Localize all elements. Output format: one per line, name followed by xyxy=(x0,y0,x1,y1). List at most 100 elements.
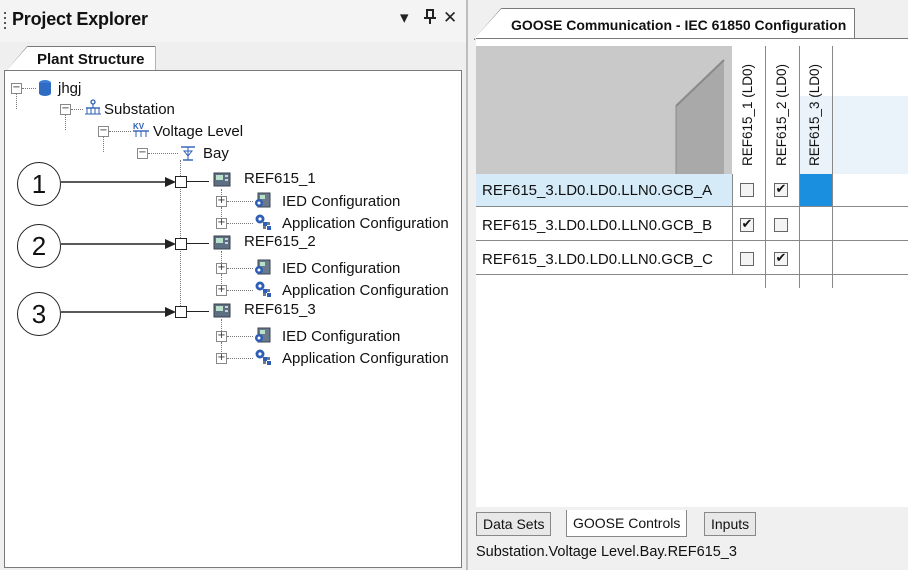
tree-connector xyxy=(22,88,36,89)
tree-connector xyxy=(187,181,209,182)
tab-data-sets[interactable]: Data Sets xyxy=(476,512,552,536)
tree-expander[interactable]: − xyxy=(60,104,71,115)
project-explorer-title: Project Explorer xyxy=(12,9,148,29)
close-icon[interactable]: ✕ xyxy=(443,8,457,28)
database-icon xyxy=(39,80,51,96)
tree-expander[interactable] xyxy=(175,176,187,188)
tree-expander[interactable]: + xyxy=(216,196,227,207)
tree-expander[interactable] xyxy=(175,306,187,318)
project-explorer-titlebar: Project Explorer ▾ ✕ xyxy=(0,0,466,42)
pin-icon[interactable] xyxy=(423,9,437,29)
checkbox[interactable] xyxy=(740,183,754,197)
grid-line xyxy=(765,46,766,288)
tree-item-voltage-level[interactable]: Voltage Level xyxy=(153,123,243,140)
tree-item-ied-configuration[interactable]: IED Configuration xyxy=(282,260,400,277)
grid-line xyxy=(476,240,908,241)
tree-expander[interactable]: + xyxy=(216,218,227,229)
tree-item-application-configuration[interactable]: Application Configuration xyxy=(282,350,449,367)
ied-device-icon xyxy=(213,172,231,187)
column-header[interactable]: REF615_3 (LD0) xyxy=(807,64,822,166)
grid-line xyxy=(476,206,908,207)
tree-item-application-configuration[interactable]: Application Configuration xyxy=(282,282,449,299)
tree-connector xyxy=(221,342,222,354)
tree-item-ied-configuration[interactable]: IED Configuration xyxy=(282,193,400,210)
callout-3: 3 xyxy=(17,292,61,336)
plant-structure-tree xyxy=(4,70,462,568)
tree-item-ied[interactable]: REF615_2 xyxy=(244,233,316,250)
grid-line xyxy=(799,46,800,288)
tree-item-project[interactable]: jhgj xyxy=(58,80,81,97)
tree-connector xyxy=(103,137,104,152)
tree-connector xyxy=(71,109,83,110)
column-header[interactable]: REF615_1 (LD0) xyxy=(740,64,755,166)
tab-inputs[interactable]: Inputs xyxy=(704,512,757,536)
status-path: Substation.Voltage Level.Bay.REF615_3 xyxy=(476,544,737,560)
tree-connector xyxy=(221,189,222,197)
tree-connector xyxy=(187,243,209,244)
tree-item-ied[interactable]: REF615_3 xyxy=(244,301,316,318)
ied-configuration-icon xyxy=(255,327,271,343)
tree-item-substation[interactable]: Substation xyxy=(104,101,175,118)
tree-connector xyxy=(227,223,253,224)
callout-arrow xyxy=(61,307,176,317)
tree-item-ied-configuration[interactable]: IED Configuration xyxy=(282,328,400,345)
tree-expander[interactable]: + xyxy=(216,263,227,274)
application-configuration-icon xyxy=(255,349,271,365)
tree-item-application-configuration[interactable]: Application Configuration xyxy=(282,215,449,232)
tree-connector xyxy=(109,131,131,132)
selected-cell[interactable] xyxy=(800,174,832,206)
tree-expander[interactable]: + xyxy=(216,285,227,296)
tree-connector xyxy=(65,115,66,130)
tree-connector xyxy=(221,251,222,263)
drag-grip-icon[interactable] xyxy=(4,12,7,30)
checkbox[interactable]: ✔ xyxy=(774,252,788,266)
callout-arrow xyxy=(61,239,176,249)
row-label[interactable]: REF615_3.LD0.LD0.LLN0.GCB_B xyxy=(482,217,712,234)
callout-1: 1 xyxy=(17,162,61,206)
tree-connector xyxy=(227,290,253,291)
ied-device-icon xyxy=(213,235,231,250)
tree-connector xyxy=(221,207,222,219)
tree-expander[interactable]: + xyxy=(216,331,227,342)
row-label[interactable]: REF615_3.LD0.LD0.LLN0.GCB_C xyxy=(482,251,713,268)
tab-goose-communication[interactable]: GOOSE Communication - IEC 61850 Configur… xyxy=(474,8,856,39)
tree-connector xyxy=(221,274,222,286)
tree-connector xyxy=(227,268,253,269)
callout-arrow xyxy=(61,177,176,187)
checkbox[interactable]: ✔ xyxy=(774,183,788,197)
checkbox[interactable] xyxy=(740,252,754,266)
tree-connector xyxy=(148,153,178,154)
tree-expander[interactable]: + xyxy=(216,353,227,364)
tree-connector xyxy=(227,336,253,337)
matrix-diagonal-arrow-icon xyxy=(476,59,725,174)
pane-dropdown-icon[interactable]: ▾ xyxy=(400,8,409,28)
grid-line xyxy=(832,46,833,288)
tree-expander[interactable]: − xyxy=(98,126,109,137)
svg-text:KV: KV xyxy=(133,122,145,131)
row-label[interactable]: REF615_3.LD0.LD0.LLN0.GCB_A xyxy=(482,182,712,199)
tab-plant-structure[interactable]: Plant Structure xyxy=(6,46,156,71)
tree-expander[interactable]: − xyxy=(11,83,22,94)
application-configuration-icon xyxy=(255,281,271,297)
tree-expander[interactable]: − xyxy=(137,148,148,159)
checkbox[interactable] xyxy=(774,218,788,232)
substation-icon xyxy=(85,99,101,115)
tree-connector xyxy=(16,94,17,109)
tab-goose-controls[interactable]: GOOSE Controls xyxy=(566,510,688,537)
checkbox[interactable]: ✔ xyxy=(740,218,754,232)
application-configuration-icon xyxy=(255,214,271,230)
tree-connector xyxy=(187,311,209,312)
ied-configuration-icon xyxy=(255,259,271,275)
ied-configuration-icon xyxy=(255,192,271,208)
column-header[interactable]: REF615_2 (LD0) xyxy=(774,64,789,166)
grid-line xyxy=(732,174,733,274)
grid-line xyxy=(476,274,908,275)
bay-icon xyxy=(181,146,195,161)
tree-connector xyxy=(227,201,253,202)
voltage-level-icon: KV xyxy=(133,122,149,137)
ied-device-icon xyxy=(213,303,231,318)
tree-expander[interactable] xyxy=(175,238,187,250)
callout-2: 2 xyxy=(17,224,61,268)
tree-item-bay[interactable]: Bay xyxy=(203,145,229,162)
tree-item-ied[interactable]: REF615_1 xyxy=(244,170,316,187)
